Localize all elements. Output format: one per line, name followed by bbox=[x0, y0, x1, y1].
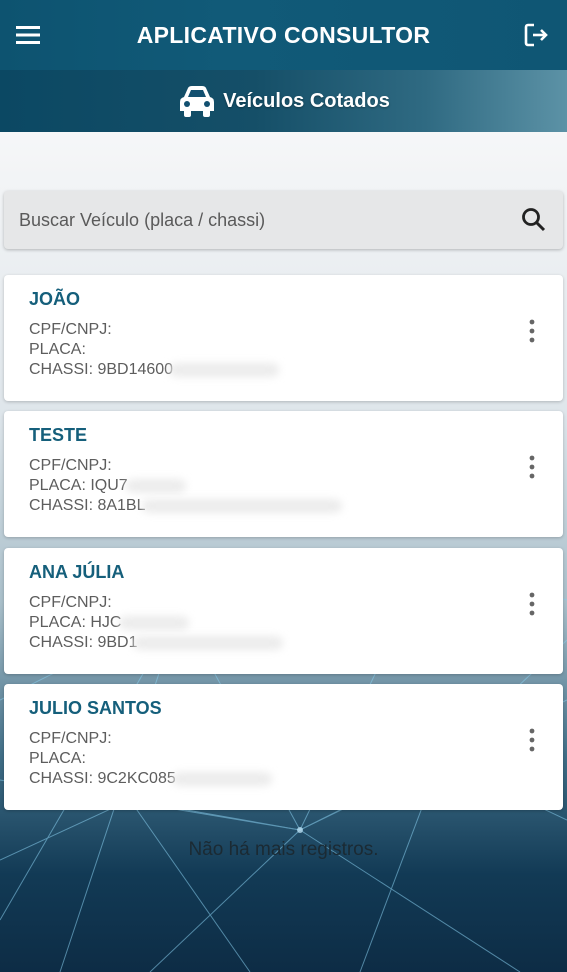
chassi-field: CHASSI: 9C2KC085 bbox=[29, 770, 272, 788]
placa-field: PLACA: bbox=[29, 341, 86, 358]
section-title: Veículos Cotados bbox=[223, 89, 390, 112]
app-title: APLICATIVO CONSULTOR bbox=[136, 21, 431, 48]
client-name: TESTE bbox=[29, 425, 88, 445]
chassi-field: CHASSI: 8A1BL bbox=[29, 497, 342, 515]
redaction-blur bbox=[133, 635, 284, 650]
placa-field: PLACA: bbox=[29, 750, 86, 767]
app-header: APLICATIVO CONSULTOR bbox=[0, 0, 567, 70]
more-options-icon[interactable] bbox=[527, 728, 537, 752]
redaction-blur bbox=[141, 498, 342, 513]
search-icon[interactable] bbox=[521, 207, 547, 233]
cpf-field: CPF/CNPJ: bbox=[29, 457, 112, 474]
client-name: ANA JÚLIA bbox=[29, 562, 125, 582]
vehicle-card[interactable]: TESTE CPF/CNPJ: PLACA: IQU7 CHASSI: 8A1B… bbox=[4, 411, 563, 537]
redaction-blur bbox=[171, 771, 272, 786]
search-bar bbox=[4, 191, 563, 249]
chassi-field: CHASSI: 9BD14600 bbox=[29, 361, 280, 379]
chassi-field: CHASSI: 9BD1 bbox=[29, 634, 284, 652]
vehicle-card[interactable]: ANA JÚLIA CPF/CNPJ: PLACA: HJC CHASSI: 9… bbox=[4, 548, 563, 674]
vehicle-card[interactable]: JOÃO CPF/CNPJ: PLACA: CHASSI: 9BD14600 bbox=[4, 275, 563, 401]
redaction-blur bbox=[169, 362, 280, 377]
client-name: JULIO SANTOS bbox=[29, 698, 162, 718]
cpf-field: CPF/CNPJ: bbox=[29, 730, 112, 747]
placa-field: PLACA: IQU7 bbox=[29, 477, 186, 495]
cpf-field: CPF/CNPJ: bbox=[29, 321, 112, 338]
logout-icon[interactable] bbox=[521, 20, 551, 50]
section-header: Veículos Cotados bbox=[0, 70, 567, 132]
menu-icon[interactable] bbox=[14, 22, 42, 48]
more-options-icon[interactable] bbox=[527, 455, 537, 479]
search-input[interactable] bbox=[4, 191, 504, 249]
vehicle-card[interactable]: JULIO SANTOS CPF/CNPJ: PLACA: CHASSI: 9C… bbox=[4, 684, 563, 810]
more-options-icon[interactable] bbox=[527, 319, 537, 343]
more-options-icon[interactable] bbox=[527, 592, 537, 616]
no-more-records-text: Não há mais registros. bbox=[188, 839, 379, 860]
redaction-blur bbox=[125, 478, 186, 493]
cpf-field: CPF/CNPJ: bbox=[29, 594, 112, 611]
car-icon bbox=[180, 86, 215, 117]
client-name: JOÃO bbox=[29, 289, 81, 309]
placa-field: PLACA: HJC bbox=[29, 614, 190, 632]
redaction-blur bbox=[119, 615, 190, 630]
